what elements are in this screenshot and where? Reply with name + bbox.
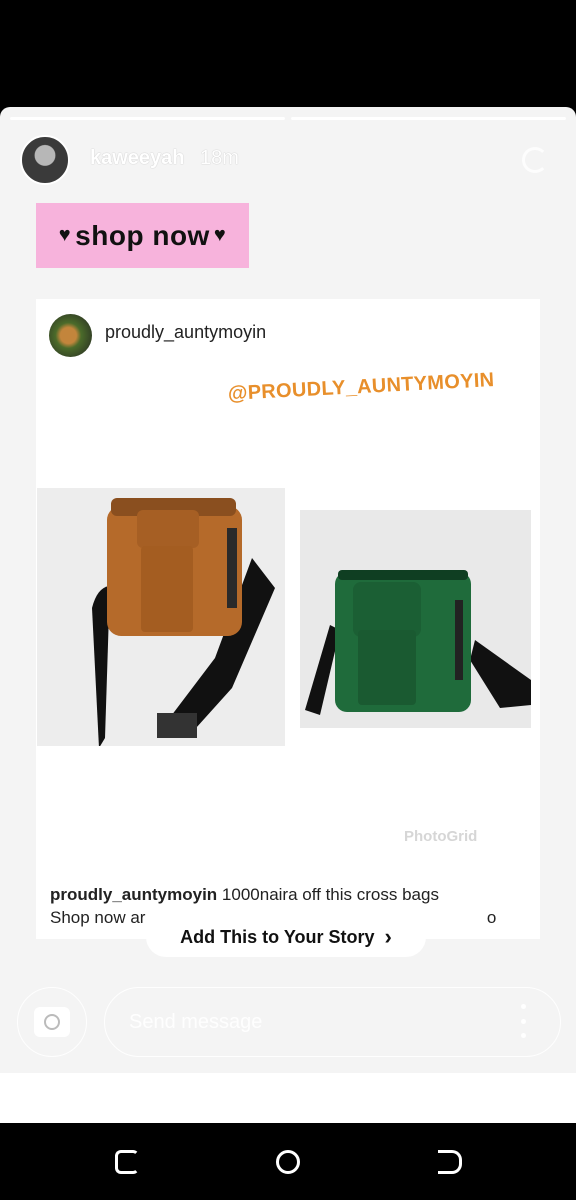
caption-username: proudly_auntymoyin: [50, 885, 218, 904]
caption-line2-right: o: [486, 908, 497, 927]
heart-icon: ♥: [213, 224, 227, 246]
home-icon[interactable]: [276, 1150, 300, 1174]
bag-photo-right: [300, 510, 531, 728]
camera-button[interactable]: [17, 987, 87, 1057]
story-progress-1: [10, 117, 285, 120]
story-bottom-bar: [0, 1073, 576, 1123]
heart-icon: ♥: [58, 224, 72, 246]
photogrid-watermark: PhotoGrid: [404, 828, 478, 845]
recents-icon[interactable]: [115, 1150, 139, 1174]
more-vertical-icon[interactable]: [520, 1004, 526, 1038]
caption-line2-left: Shop now ar: [50, 908, 146, 927]
story-time: 18m: [200, 147, 239, 169]
story-username[interactable]: kaweeyah: [90, 147, 185, 170]
camera-icon: [34, 1007, 70, 1037]
story-avatar[interactable]: [20, 135, 70, 185]
bag-photo-left: [37, 488, 285, 748]
add-to-story-button[interactable]: Add This to Your Story ›: [146, 917, 426, 957]
send-message-input[interactable]: [104, 987, 561, 1057]
add-to-story-label: Add This to Your Story: [180, 926, 375, 947]
dot: [520, 1033, 526, 1038]
shop-now-sticker: ♥ shop now ♥: [36, 203, 249, 268]
android-nav-bar: [0, 1123, 576, 1200]
dot: [520, 1004, 526, 1009]
sticker-text: shop now: [75, 219, 210, 251]
loading-icon: [522, 147, 548, 173]
story-progress-2: [291, 117, 566, 120]
dot: [520, 1018, 526, 1024]
caption-text: 1000naira off this cross bags: [221, 885, 439, 904]
chevron-right-icon: ›: [384, 924, 392, 949]
back-icon[interactable]: [438, 1150, 462, 1174]
post-avatar: [49, 314, 92, 357]
post-username: proudly_auntymoyin: [105, 322, 267, 342]
